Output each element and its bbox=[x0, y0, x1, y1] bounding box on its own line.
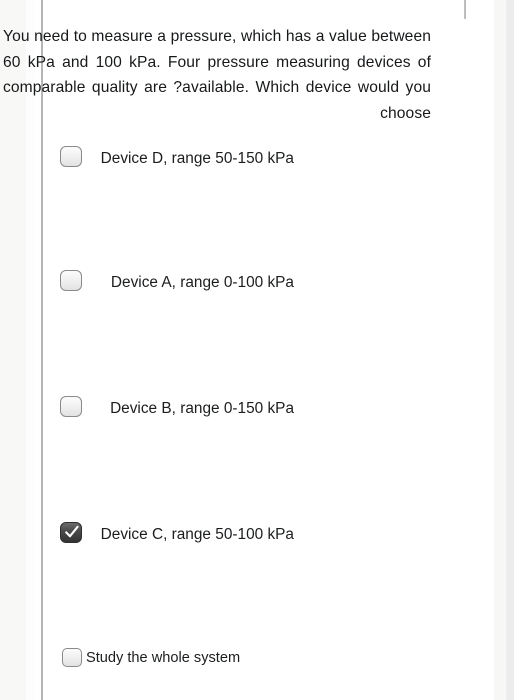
option-row-device-c[interactable]: Device C, range 50-100 kPa bbox=[60, 521, 294, 548]
option-label-device-b: Device B, range 0-150 kPa bbox=[110, 400, 294, 417]
option-label-device-a: Device A, range 0-100 kPa bbox=[110, 274, 294, 291]
option-row-study-whole-system[interactable]: Study the whole system bbox=[62, 648, 302, 668]
question-page: You need to measure a pressure, which ha… bbox=[0, 0, 514, 700]
option-row-device-a[interactable]: Device A, range 0-100 kPa bbox=[60, 269, 294, 296]
option-row-device-d[interactable]: Device D, range 50-150 kPa bbox=[60, 145, 294, 172]
checkbox-study-whole-system[interactable] bbox=[62, 648, 82, 667]
page-right-margin-strip bbox=[494, 0, 506, 700]
checkbox-device-c[interactable] bbox=[60, 522, 82, 543]
checkbox-device-d[interactable] bbox=[60, 146, 82, 167]
page-right-edge-strip bbox=[506, 0, 514, 700]
option-label-device-c: Device C, range 50-100 kPa bbox=[100, 526, 294, 543]
checkbox-device-b[interactable] bbox=[60, 396, 82, 417]
option-row-device-b[interactable]: Device B, range 0-150 kPa bbox=[60, 395, 294, 422]
option-label-device-d: Device D, range 50-150 kPa bbox=[100, 150, 294, 167]
checkmark-icon bbox=[65, 525, 79, 538]
option-label-study-whole-system: Study the whole system bbox=[86, 650, 241, 666]
checkbox-device-a[interactable] bbox=[60, 270, 82, 291]
question-text: You need to measure a pressure, which ha… bbox=[3, 28, 431, 122]
vertical-rule-top-right-mark bbox=[464, 0, 466, 19]
